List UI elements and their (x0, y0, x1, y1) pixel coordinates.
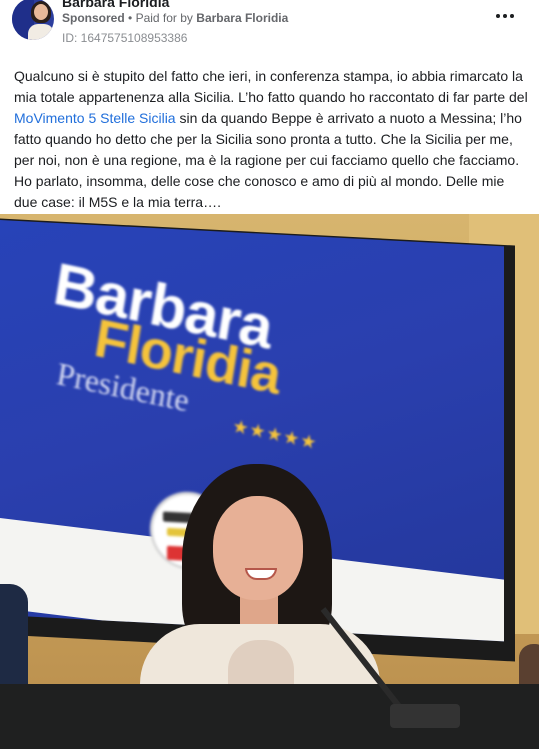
paid-for-prefix: Paid for by (135, 11, 193, 25)
ad-id: ID: 1647575108953386 (62, 31, 188, 45)
page-name[interactable]: Barbara Floridia (62, 0, 169, 10)
more-horizontal-icon (496, 14, 500, 18)
more-options-button[interactable] (493, 6, 517, 26)
ad-image[interactable]: Barbara Floridia Presidente ★★★★★ (0, 214, 539, 749)
post-text-part1: Qualcuno si è stupito del fatto che ieri… (14, 68, 528, 105)
paid-for-name: Barbara Floridia (196, 11, 289, 25)
post-text: Qualcuno si è stupito del fatto che ieri… (14, 66, 529, 213)
sponsorship-line: Sponsored • Paid for by Barbara Floridia (62, 11, 288, 25)
microphone-base (390, 704, 460, 728)
banner-stars: ★★★★★ (231, 415, 319, 454)
ad-card: Barbara Floridia Sponsored • Paid for by… (0, 0, 539, 749)
meta-separator: • (128, 11, 133, 25)
m5s-sicilia-link[interactable]: MoVimento 5 Stelle Sicilia (14, 110, 176, 126)
sponsored-label: Sponsored (62, 11, 125, 25)
page-avatar[interactable] (12, 0, 54, 40)
